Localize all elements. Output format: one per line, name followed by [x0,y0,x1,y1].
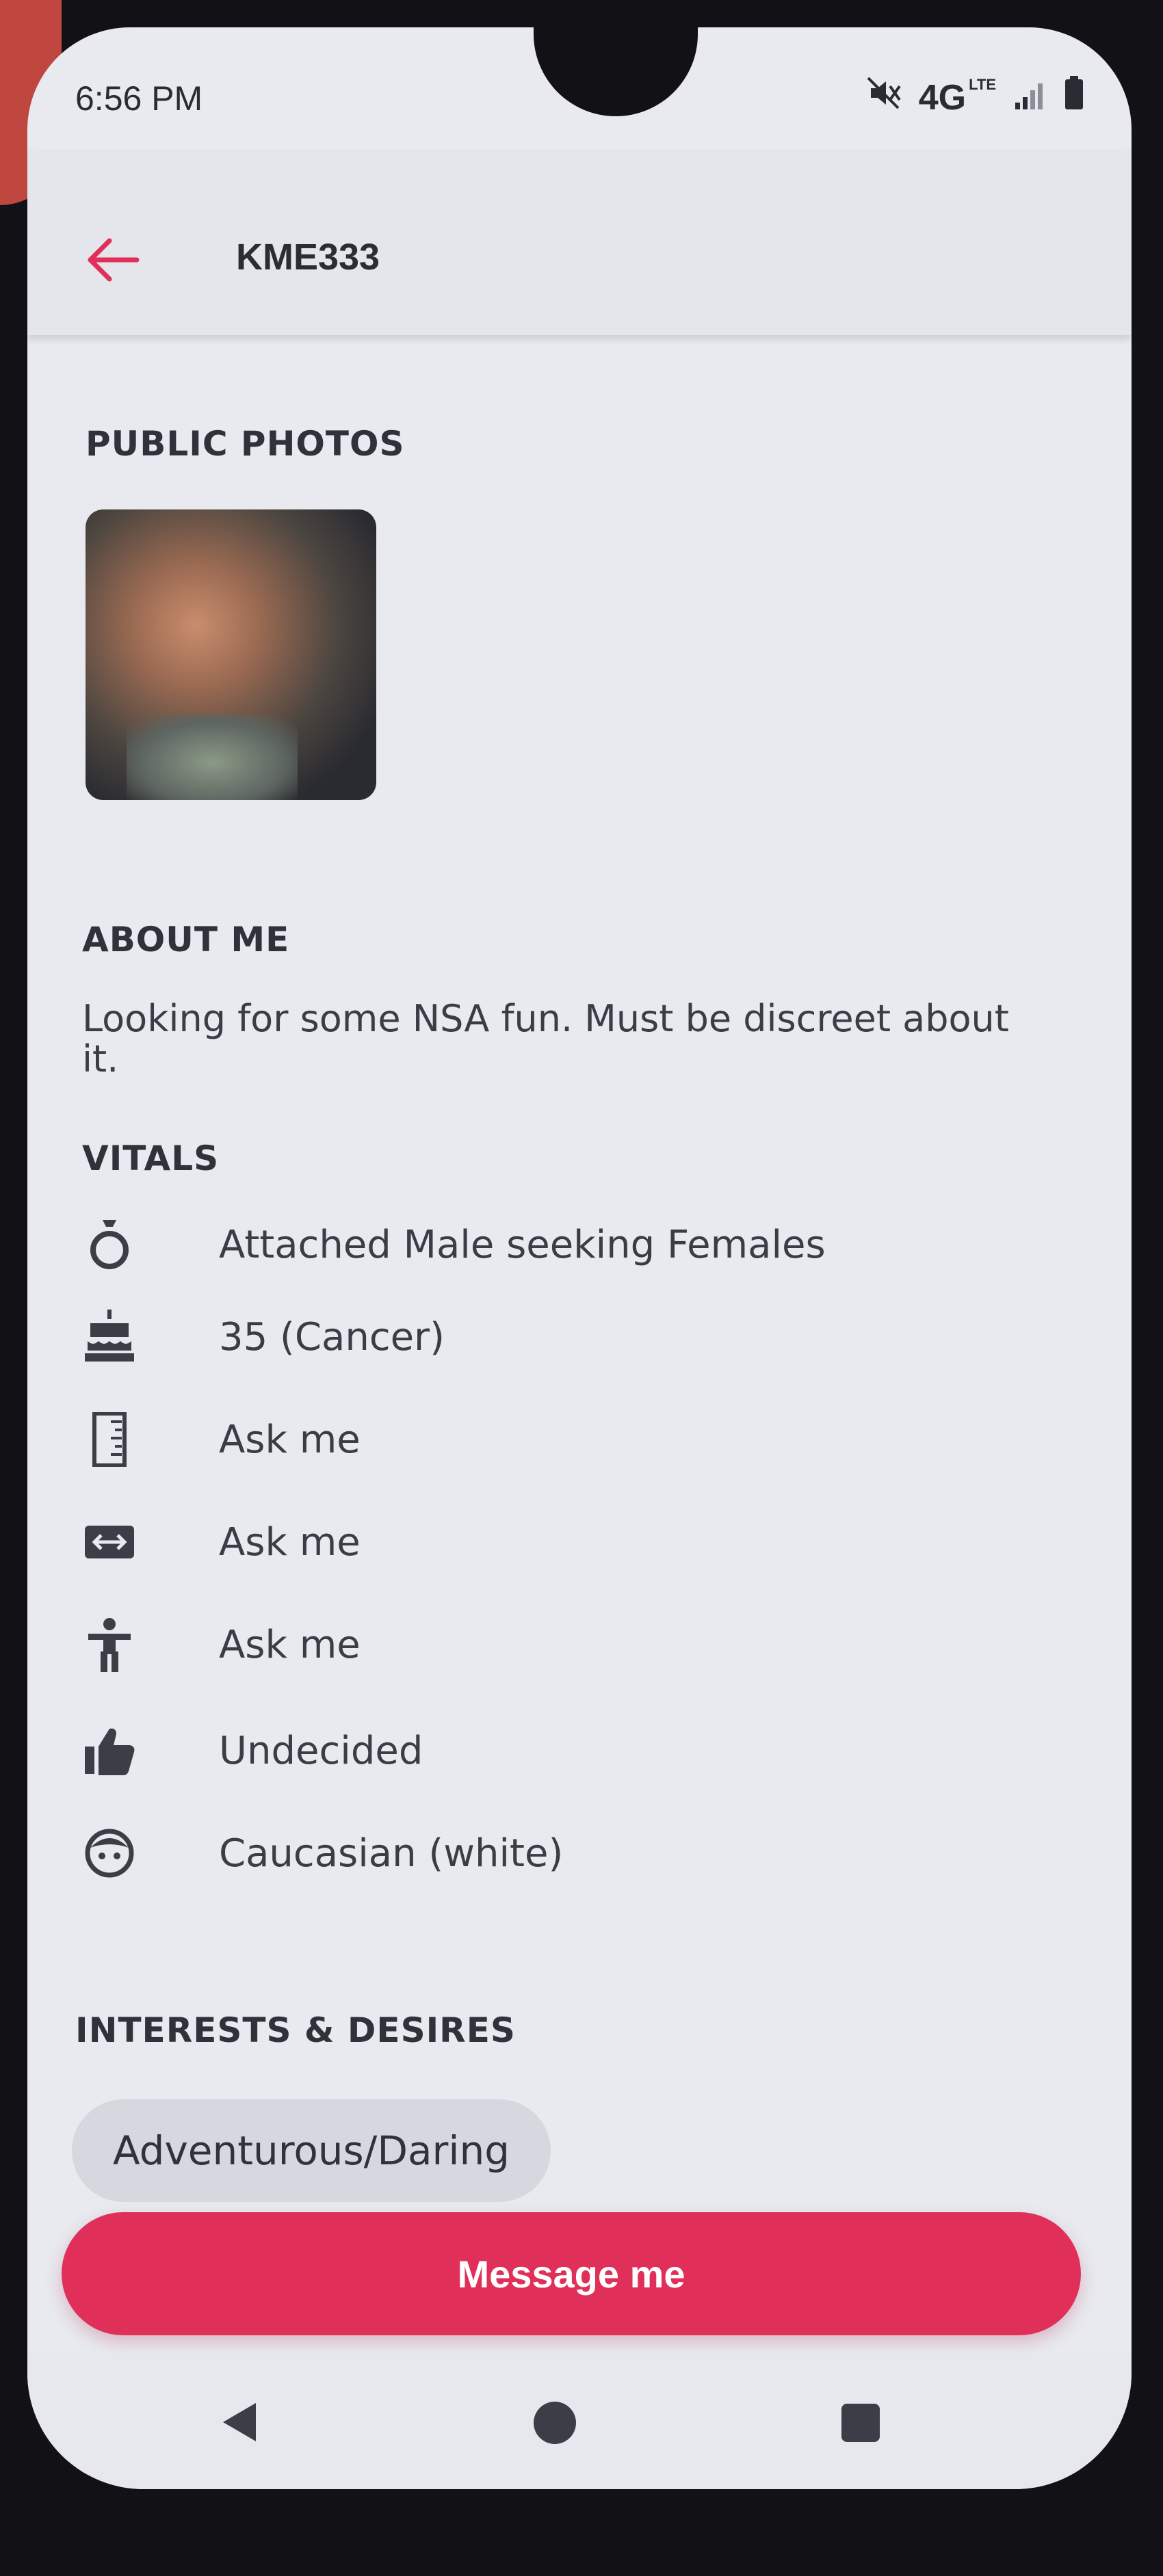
vital-text: Ask me [219,1519,361,1565]
vital-text: 35 (Cancer) [219,1314,445,1359]
ring-icon [82,1217,137,1272]
vital-row-width: Ask me [27,1501,1132,1583]
network-indicator: 4G LTE [919,77,996,118]
interests-heading: INTERESTS & DESIRES [75,2010,516,2050]
vitals-heading: VITALS [82,1139,220,1178]
status-icons: 4G LTE [865,75,1084,120]
vital-row-preference: Undecided [27,1710,1132,1792]
vital-row-age: 35 (Cancer) [27,1296,1132,1378]
nav-recents-icon[interactable] [841,2404,880,2442]
vital-row-height: Ask me [27,1398,1132,1480]
battery-icon [1064,76,1084,119]
vital-text: Ask me [219,1622,361,1667]
network-subtype: LTE [969,75,996,93]
mute-icon [865,75,901,120]
vital-row-relationship: Attached Male seeking Females [27,1204,1132,1286]
back-button[interactable] [82,233,144,287]
vital-text: Attached Male seeking Females [219,1222,826,1267]
about-heading: ABOUT ME [82,920,290,959]
public-photo-thumbnail[interactable] [86,509,376,800]
arrow-left-icon [88,238,140,282]
screen: 6:56 PM 4G LTE KME333 PUBLIC PHOTOS ABOU… [27,27,1132,2489]
thumbs-up-icon [82,1723,137,1778]
message-me-button[interactable]: Message me [62,2212,1081,2335]
signal-icon [1014,77,1047,118]
vital-text: Caucasian (white) [219,1831,564,1876]
face-icon [82,1826,137,1881]
nav-back-icon[interactable] [219,2400,260,2447]
system-nav-bar [27,2352,1132,2489]
phone-frame: 6:56 PM 4G LTE KME333 PUBLIC PHOTOS ABOU… [0,0,1163,2576]
nav-home-icon[interactable] [534,2402,576,2444]
vital-text: Ask me [219,1417,361,1462]
network-type: 4G [918,77,967,118]
about-text: Looking for some NSA fun. Must be discre… [82,997,1009,1081]
interest-chip: Adventurous/Daring [72,2099,551,2202]
page-title: KME333 [236,237,380,278]
width-arrows-icon [82,1515,137,1569]
vital-row-ethnicity: Caucasian (white) [27,1812,1132,1894]
body-figure-icon [82,1617,137,1672]
vital-text: Undecided [219,1728,423,1773]
ruler-icon [82,1412,137,1467]
photo-blur [127,715,298,800]
status-time: 6:56 PM [75,79,203,118]
vital-row-body: Ask me [27,1604,1132,1686]
photos-heading: PUBLIC PHOTOS [86,424,405,464]
app-bar: KME333 [27,150,1132,335]
birthday-cake-icon [82,1310,137,1364]
